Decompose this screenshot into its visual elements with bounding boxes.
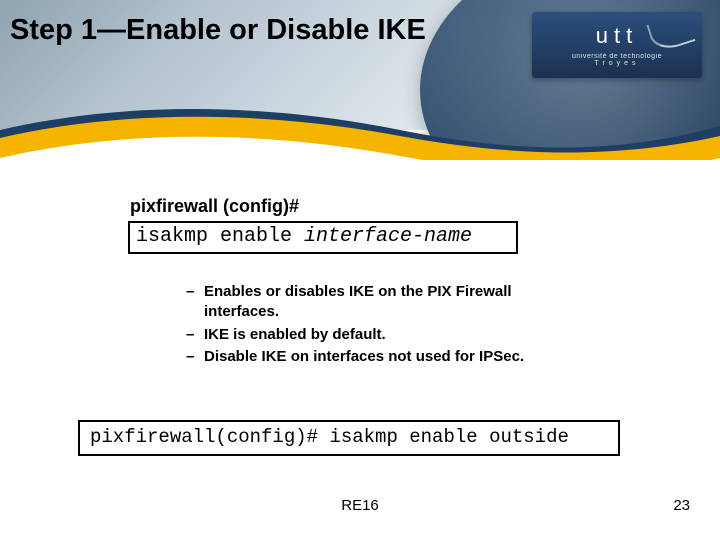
bullet-list: Enables or disables IKE on the PIX Firew… [186, 282, 546, 367]
config-prompt: pixfirewall (config)# [130, 196, 720, 217]
logo-swoosh-icon [646, 12, 695, 54]
list-item: Disable IKE on interfaces not used for I… [186, 347, 546, 367]
example-command: pixfirewall(config)# isakmp enable outsi… [90, 426, 569, 448]
command-arg: interface-name [304, 225, 472, 248]
content-area: pixfirewall (config)# isakmp enable inte… [0, 196, 720, 369]
command-keyword: isakmp enable [136, 225, 304, 248]
logo-sub1: université de technologie [572, 53, 662, 60]
example-box: pixfirewall(config)# isakmp enable outsi… [78, 420, 620, 456]
command-syntax-box: isakmp enable interface-name [128, 221, 518, 254]
footer-code: RE16 [0, 497, 720, 514]
slide-title: Step 1—Enable or Disable IKE [10, 14, 426, 47]
logo-brand: utt [596, 23, 638, 49]
utt-logo: utt université de technologie Troyes [532, 12, 702, 78]
list-item: Enables or disables IKE on the PIX Firew… [186, 282, 546, 323]
logo-sub2: Troyes [594, 60, 639, 67]
page-number: 23 [673, 497, 690, 514]
wave-decor [0, 96, 720, 160]
list-item: IKE is enabled by default. [186, 325, 546, 345]
